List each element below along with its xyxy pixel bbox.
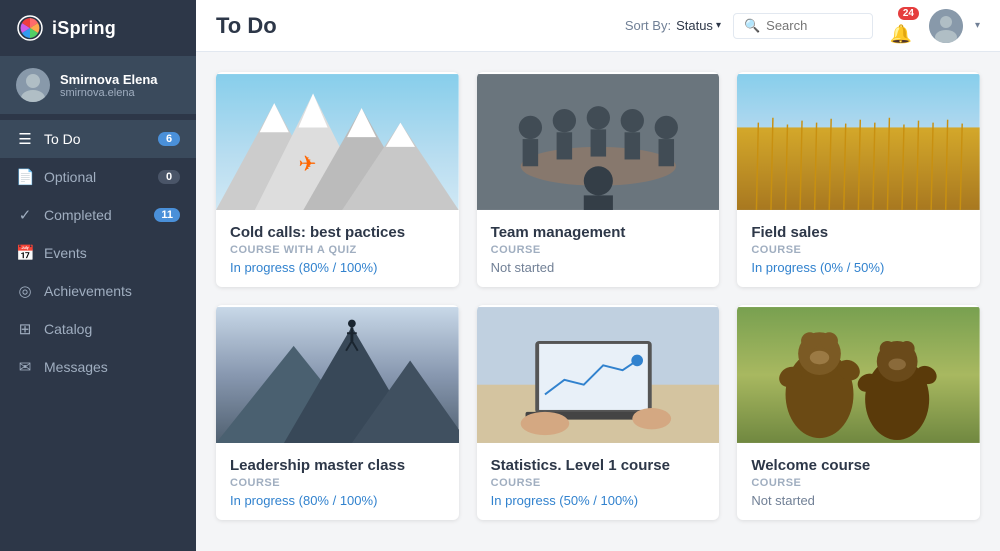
card-body-statistics: Statistics. Level 1 course COURSE In progr…: [477, 445, 720, 520]
card-type-cold-calls: COURSE WITH A QUIZ: [230, 244, 445, 256]
sort-by-label: Sort By:: [625, 18, 671, 33]
sidebar-item-label-events: Events: [44, 245, 180, 261]
catalog-icon: ⊞: [16, 320, 34, 338]
card-cold-calls[interactable]: ✈ Cold calls: best pactices COURSE WITH A…: [216, 72, 459, 287]
card-status-field-sales: In progress (0% / 50%): [751, 260, 966, 275]
search-icon: 🔍: [744, 18, 760, 34]
card-image-field-sales: [737, 72, 980, 212]
list-icon: ☰: [16, 130, 34, 148]
sort-by-chevron-icon: ▾: [716, 20, 721, 31]
card-type-leadership: COURSE: [230, 477, 445, 489]
card-title-team-management: Team management: [491, 224, 706, 241]
sidebar-user-avatar: [16, 68, 50, 102]
card-title-cold-calls: Cold calls: best pactices: [230, 224, 445, 241]
sidebar-item-label-optional: Optional: [44, 169, 148, 185]
sidebar-logo: iSpring: [0, 0, 196, 56]
sidebar-nav: ☰ To Do 6 📄 Optional 0 ✓ Completed 11 📅 Events ◎ Ach…: [0, 114, 196, 551]
sort-by-control: Sort By: Status ▾: [625, 18, 721, 33]
logo-text: iSpring: [52, 18, 116, 39]
card-type-statistics: COURSE: [491, 477, 706, 489]
card-type-welcome: COURSE: [751, 477, 966, 489]
page-header: To Do Sort By: Status ▾ 🔍 24 🔔 ▾: [196, 0, 1000, 52]
card-leadership[interactable]: Leadership master class COURSE In progress…: [216, 305, 459, 520]
card-title-leadership: Leadership master class: [230, 457, 445, 474]
sidebar-badge-completed: 11: [154, 208, 180, 222]
header-user-avatar[interactable]: [929, 9, 963, 43]
sidebar-user-section[interactable]: Smirnova Elena smirnova.elena: [0, 56, 196, 114]
svg-text:✈: ✈: [299, 152, 317, 176]
sidebar-item-label-completed: Completed: [44, 207, 144, 223]
card-type-team-management: COURSE: [491, 244, 706, 256]
card-status-cold-calls: In progress (80% / 100%): [230, 260, 445, 275]
sidebar-badge-optional: 0: [158, 170, 180, 184]
card-team-management[interactable]: Team management COURSE Not started: [477, 72, 720, 287]
card-status-statistics: In progress (50% / 100%): [491, 493, 706, 508]
card-image-leadership: [216, 305, 459, 445]
card-image-team-management: [477, 72, 720, 212]
card-body-cold-calls: Cold calls: best pactices COURSE WITH A Q…: [216, 212, 459, 287]
sidebar-item-label-messages: Messages: [44, 359, 180, 375]
card-body-field-sales: Field sales COURSE In progress (0% / 50%): [737, 212, 980, 287]
sidebar-item-label-achievements: Achievements: [44, 283, 180, 299]
cards-grid: ✈ Cold calls: best pactices COURSE WITH A…: [216, 72, 980, 520]
sidebar-item-optional[interactable]: 📄 Optional 0: [0, 158, 196, 196]
card-image-cold-calls: ✈: [216, 72, 459, 212]
page-title: To Do: [216, 13, 613, 39]
sort-by-value-text: Status: [676, 18, 713, 33]
sidebar-item-messages[interactable]: ✉ Messages: [0, 348, 196, 386]
sidebar-badge-todo: 6: [158, 132, 180, 146]
card-title-field-sales: Field sales: [751, 224, 966, 241]
ispring-logo-icon: [16, 14, 44, 42]
achievement-icon: ◎: [16, 282, 34, 300]
card-title-statistics: Statistics. Level 1 course: [491, 457, 706, 474]
card-body-team-management: Team management COURSE Not started: [477, 212, 720, 287]
card-status-team-management: Not started: [491, 260, 706, 275]
sidebar-item-todo[interactable]: ☰ To Do 6: [0, 120, 196, 158]
bell-icon: 🔔: [890, 24, 912, 45]
notif-badge: 24: [898, 7, 919, 20]
card-image-statistics: [477, 305, 720, 445]
search-input[interactable]: [766, 18, 862, 33]
card-image-welcome: [737, 305, 980, 445]
card-body-welcome: Welcome course COURSE Not started: [737, 445, 980, 520]
message-icon: ✉: [16, 358, 34, 376]
sidebar-item-label-todo: To Do: [44, 131, 148, 147]
sort-by-value[interactable]: Status ▾: [676, 18, 721, 33]
card-status-leadership: In progress (80% / 100%): [230, 493, 445, 508]
sidebar-item-achievements[interactable]: ◎ Achievements: [0, 272, 196, 310]
card-welcome[interactable]: Welcome course COURSE Not started: [737, 305, 980, 520]
sidebar-item-label-catalog: Catalog: [44, 321, 180, 337]
card-body-leadership: Leadership master class COURSE In progress…: [216, 445, 459, 520]
content-area: ✈ Cold calls: best pactices COURSE WITH A…: [196, 52, 1000, 551]
sidebar: iSpring Smirnova Elena smirnova.elena ☰ T…: [0, 0, 196, 551]
sidebar-item-events[interactable]: 📅 Events: [0, 234, 196, 272]
card-type-field-sales: COURSE: [751, 244, 966, 256]
check-icon: ✓: [16, 206, 34, 224]
header-avatar-chevron: ▾: [975, 20, 980, 31]
notifications-button[interactable]: 24 🔔: [885, 7, 917, 45]
sidebar-user-name: Smirnova Elena: [60, 72, 158, 87]
sidebar-item-catalog[interactable]: ⊞ Catalog: [0, 310, 196, 348]
card-statistics[interactable]: Statistics. Level 1 course COURSE In progr…: [477, 305, 720, 520]
sidebar-user-handle: smirnova.elena: [60, 87, 158, 99]
card-status-welcome: Not started: [751, 493, 966, 508]
sidebar-item-completed[interactable]: ✓ Completed 11: [0, 196, 196, 234]
search-box[interactable]: 🔍: [733, 13, 873, 39]
sidebar-user-info: Smirnova Elena smirnova.elena: [60, 72, 158, 99]
main-content: To Do Sort By: Status ▾ 🔍 24 🔔 ▾: [196, 0, 1000, 551]
card-field-sales[interactable]: Field sales COURSE In progress (0% / 50%): [737, 72, 980, 287]
calendar-icon: 📅: [16, 244, 34, 262]
card-title-welcome: Welcome course: [751, 457, 966, 474]
doc-icon: 📄: [16, 168, 34, 186]
